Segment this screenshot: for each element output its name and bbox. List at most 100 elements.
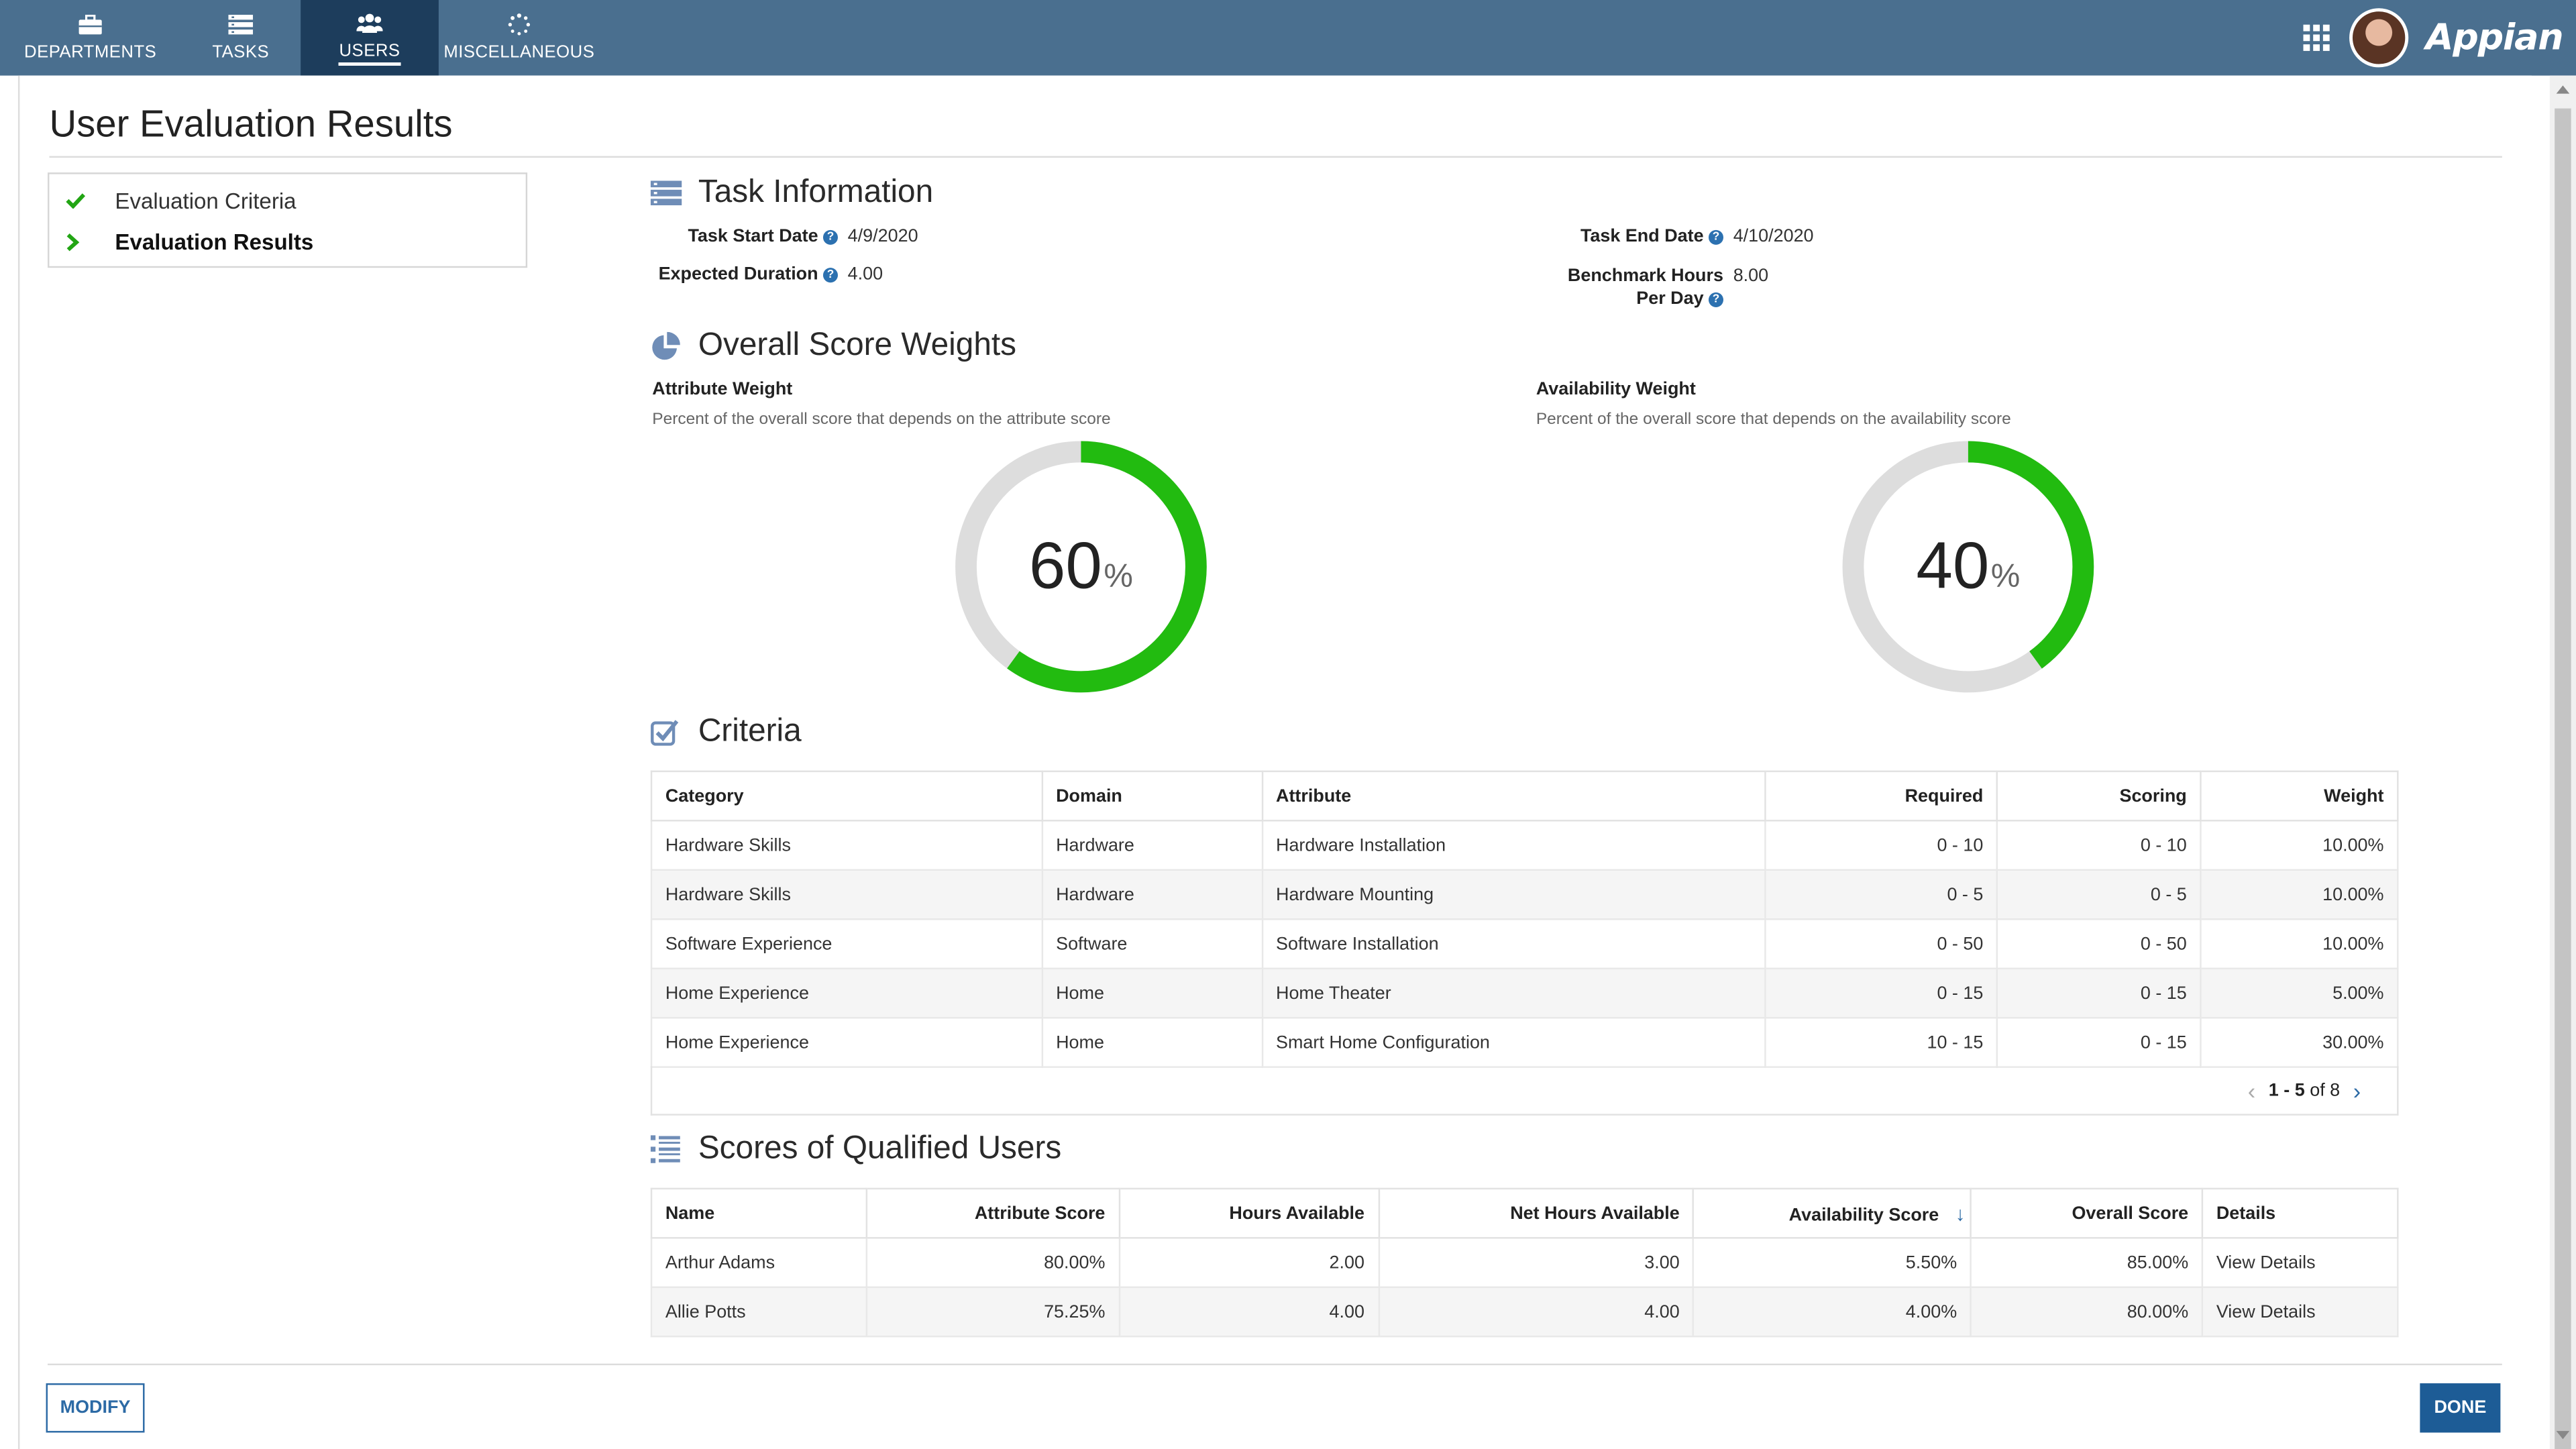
gauge-value: 60 (1028, 529, 1102, 602)
cell-net-hours-available: 4.00 (1377, 1286, 1695, 1338)
cell-weight: 10.00% (2200, 918, 2399, 969)
spinner-icon (506, 13, 532, 36)
cell-availability-score: 5.50% (1693, 1237, 1972, 1289)
title-divider (49, 156, 2502, 158)
field-label: Task Start Date (688, 226, 818, 247)
field-label: Per Day (1636, 289, 1704, 309)
cell-hours-available: 4.00 (1118, 1286, 1380, 1338)
previous-page-icon[interactable]: ‹ (2248, 1077, 2255, 1103)
cell-weight: 10.00% (2200, 820, 2399, 871)
column-header-overall-score[interactable]: Overall Score (1970, 1187, 2204, 1239)
avatar[interactable] (2350, 8, 2410, 68)
cell-hours-available: 2.00 (1118, 1237, 1380, 1289)
availability-weight-label: Availability Weight (1536, 379, 1696, 400)
scroll-down-icon[interactable] (2556, 1431, 2570, 1440)
tab-departments[interactable]: DEPARTMENTS (0, 0, 180, 76)
modify-button[interactable]: MODIFY (46, 1383, 145, 1433)
scroll-thumb[interactable] (2555, 108, 2571, 1449)
section-overall-score-weights: Overall Score Weights (651, 327, 1016, 364)
cell-attribute: Hardware Mounting (1260, 869, 1767, 920)
column-header-weight[interactable]: Weight (2200, 770, 2399, 822)
cell-category: Hardware Skills (650, 820, 1043, 871)
next-page-icon[interactable]: › (2353, 1077, 2361, 1103)
criteria-pager: ‹ 1 - 5 of 8 › (650, 1066, 2399, 1116)
help-icon[interactable]: ? (822, 268, 838, 283)
field-value: 4/9/2020 (847, 226, 918, 247)
field-label: Benchmark Hours (1567, 266, 1724, 286)
column-header-net-hours-available[interactable]: Net Hours Available (1377, 1187, 1695, 1239)
help-icon[interactable]: ? (1708, 229, 1724, 245)
cell-scoring: 0 - 50 (1996, 918, 2202, 969)
cell-name-link[interactable]: Allie Potts (650, 1286, 867, 1338)
cell-attribute: Software Installation (1260, 918, 1767, 969)
cell-domain: Hardware (1041, 820, 1263, 871)
help-icon[interactable]: ? (1708, 292, 1724, 307)
attribute-weight-description: Percent of the overall score that depend… (652, 411, 1111, 429)
step-evaluation-criteria[interactable]: Evaluation Criteria (66, 184, 297, 217)
table-header-row: Name Attribute Score Hours Available Net… (650, 1187, 2399, 1239)
checkbox-icon (651, 717, 684, 747)
tab-miscellaneous[interactable]: MISCELLANEOUS (439, 0, 600, 76)
cell-scoring: 0 - 5 (1996, 869, 2202, 920)
column-header-category[interactable]: Category (650, 770, 1043, 822)
users-icon (356, 11, 383, 34)
column-header-details[interactable]: Details (2201, 1187, 2399, 1239)
tab-tasks[interactable]: TASKS (180, 0, 301, 76)
tab-label: TASKS (212, 42, 270, 63)
column-header-domain[interactable]: Domain (1041, 770, 1263, 822)
cell-category: Home Experience (650, 1016, 1043, 1068)
gauge-value: 40 (1916, 529, 1990, 602)
table-row: Software Experience Software Software In… (650, 918, 2399, 969)
table-row: Hardware Skills Hardware Hardware Instal… (650, 820, 2399, 871)
expected-duration: Expected Duration? 4.00 (651, 264, 883, 284)
top-navigation: DEPARTMENTS TASKS USERS MISCELLANEOUS Ap… (0, 0, 2576, 76)
view-details-link[interactable]: View Details (2201, 1286, 2399, 1338)
cell-required: 0 - 5 (1764, 869, 1998, 920)
view-details-link[interactable]: View Details (2201, 1237, 2399, 1289)
cell-attribute: Home Theater (1260, 967, 1767, 1019)
vertical-scrollbar[interactable] (2549, 75, 2576, 1449)
tab-label: USERS (339, 40, 400, 65)
cell-scoring: 0 - 15 (1996, 967, 2202, 1019)
cell-domain: Home (1041, 967, 1263, 1019)
table-row: Allie Potts 75.25% 4.00 4.00 4.00% 80.00… (650, 1286, 2399, 1338)
page-title: User Evaluation Results (49, 101, 453, 145)
column-header-hours-available[interactable]: Hours Available (1118, 1187, 1380, 1239)
cell-required: 10 - 15 (1764, 1016, 1998, 1068)
briefcase-icon (77, 13, 103, 36)
column-header-attribute[interactable]: Attribute (1260, 770, 1767, 822)
scroll-up-icon[interactable] (2556, 85, 2570, 94)
section-title: Scores of Qualified Users (698, 1130, 1062, 1167)
tasks-icon (227, 13, 254, 36)
cell-scoring: 0 - 15 (1996, 1016, 2202, 1068)
cell-attribute: Hardware Installation (1260, 820, 1767, 871)
field-label: Task End Date (1580, 226, 1704, 247)
appian-logo[interactable]: Appian (2426, 17, 2564, 58)
column-header-availability-score[interactable]: Availability Score ↓ (1693, 1187, 1972, 1239)
help-icon[interactable]: ? (822, 229, 838, 245)
section-title: Overall Score Weights (698, 327, 1017, 364)
nav-right: Appian (2304, 0, 2564, 76)
tab-users[interactable]: USERS (301, 0, 439, 76)
cell-name-link[interactable]: Arthur Adams (650, 1237, 867, 1289)
sort-descending-icon[interactable]: ↓ (1955, 1201, 1966, 1224)
step-evaluation-results[interactable]: Evaluation Results (66, 225, 313, 258)
field-label: Expected Duration (658, 264, 818, 284)
attribute-weight-gauge: 60% (950, 435, 1213, 698)
done-button[interactable]: DONE (2420, 1383, 2501, 1433)
section-title: Task Information (698, 174, 934, 211)
column-header-required[interactable]: Required (1764, 770, 1998, 822)
scores-table: Name Attribute Score Hours Available Net… (650, 1187, 2399, 1338)
cell-category: Software Experience (650, 918, 1043, 969)
column-header-name[interactable]: Name (650, 1187, 867, 1239)
step-label: Evaluation Criteria (115, 188, 297, 213)
attribute-weight-label: Attribute Weight (652, 379, 793, 400)
app-launcher-icon[interactable] (2304, 24, 2330, 51)
pager-total: of 8 (2310, 1080, 2341, 1100)
cell-overall-score: 85.00% (1970, 1237, 2204, 1289)
field-value: 4.00 (847, 264, 883, 284)
column-header-scoring[interactable]: Scoring (1996, 770, 2202, 822)
step-label: Evaluation Results (115, 229, 314, 254)
column-header-attribute-score[interactable]: Attribute Score (865, 1187, 1120, 1239)
table-row: Home Experience Home Home Theater 0 - 15… (650, 967, 2399, 1019)
